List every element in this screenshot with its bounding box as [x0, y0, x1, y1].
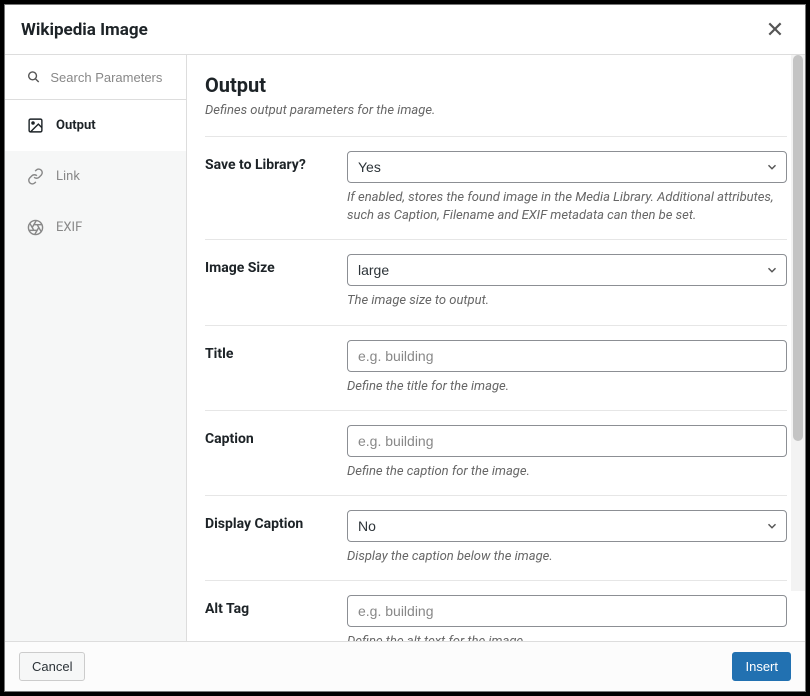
display-caption-select[interactable]: No — [347, 510, 787, 542]
field-label: Title — [205, 340, 337, 396]
sidebar-item-exif[interactable]: EXIF — [5, 202, 186, 253]
content-panel: Output Defines output parameters for the… — [187, 55, 805, 641]
aperture-icon — [27, 219, 44, 236]
field-image-size: Image Size large The image size to outpu… — [205, 239, 787, 324]
field-help: Define the caption for the image. — [347, 463, 787, 481]
field-display-caption: Display Caption No Display the caption b… — [205, 495, 787, 580]
field-help: The image size to output. — [347, 292, 787, 310]
cancel-button[interactable]: Cancel — [19, 652, 85, 681]
search-input[interactable] — [50, 70, 170, 85]
link-icon — [27, 168, 44, 185]
sidebar-item-output[interactable]: Output — [5, 100, 186, 151]
field-help: If enabled, stores the found image in th… — [347, 189, 787, 225]
panel-title: Output — [205, 73, 787, 97]
field-save-library: Save to Library? Yes If enabled, stores … — [205, 136, 787, 239]
image-size-select[interactable]: large — [347, 254, 787, 286]
save-library-select[interactable]: Yes — [347, 151, 787, 183]
field-label: Display Caption — [205, 510, 337, 566]
field-caption: Caption Define the caption for the image… — [205, 410, 787, 495]
alt-tag-input[interactable] — [347, 595, 787, 627]
modal-footer: Cancel Insert — [5, 641, 805, 691]
modal-title: Wikipedia Image — [21, 20, 148, 40]
insert-button[interactable]: Insert — [732, 652, 791, 681]
caption-input[interactable] — [347, 425, 787, 457]
search-row — [5, 55, 186, 100]
close-icon: ✕ — [766, 17, 784, 42]
field-help: Define the title for the image. — [347, 378, 787, 396]
scrollbar[interactable] — [791, 55, 805, 591]
sidebar-item-link[interactable]: Link — [5, 151, 186, 202]
sidebar-item-label: Output — [56, 118, 96, 133]
sidebar-item-label: EXIF — [56, 220, 82, 235]
modal-dialog: Wikipedia Image ✕ Output Link EXIF — [4, 4, 806, 692]
field-label: Image Size — [205, 254, 337, 310]
sidebar-item-label: Link — [56, 169, 80, 184]
search-icon — [27, 69, 40, 85]
close-button[interactable]: ✕ — [761, 16, 789, 44]
field-label: Caption — [205, 425, 337, 481]
modal-header: Wikipedia Image ✕ — [5, 5, 805, 55]
field-help: Define the alt text for the image. — [347, 633, 787, 641]
panel-subtitle: Defines output parameters for the image. — [205, 103, 787, 118]
scrollbar-thumb[interactable] — [793, 55, 803, 441]
field-title: Title Define the title for the image. — [205, 325, 787, 410]
field-help: Display the caption below the image. — [347, 548, 787, 566]
title-input[interactable] — [347, 340, 787, 372]
field-label: Alt Tag — [205, 595, 337, 641]
field-label: Save to Library? — [205, 151, 337, 225]
sidebar: Output Link EXIF — [5, 55, 187, 641]
field-alt-tag: Alt Tag Define the alt text for the imag… — [205, 580, 787, 641]
modal-body: Output Link EXIF Output Defines output p… — [5, 55, 805, 641]
image-icon — [27, 117, 44, 134]
